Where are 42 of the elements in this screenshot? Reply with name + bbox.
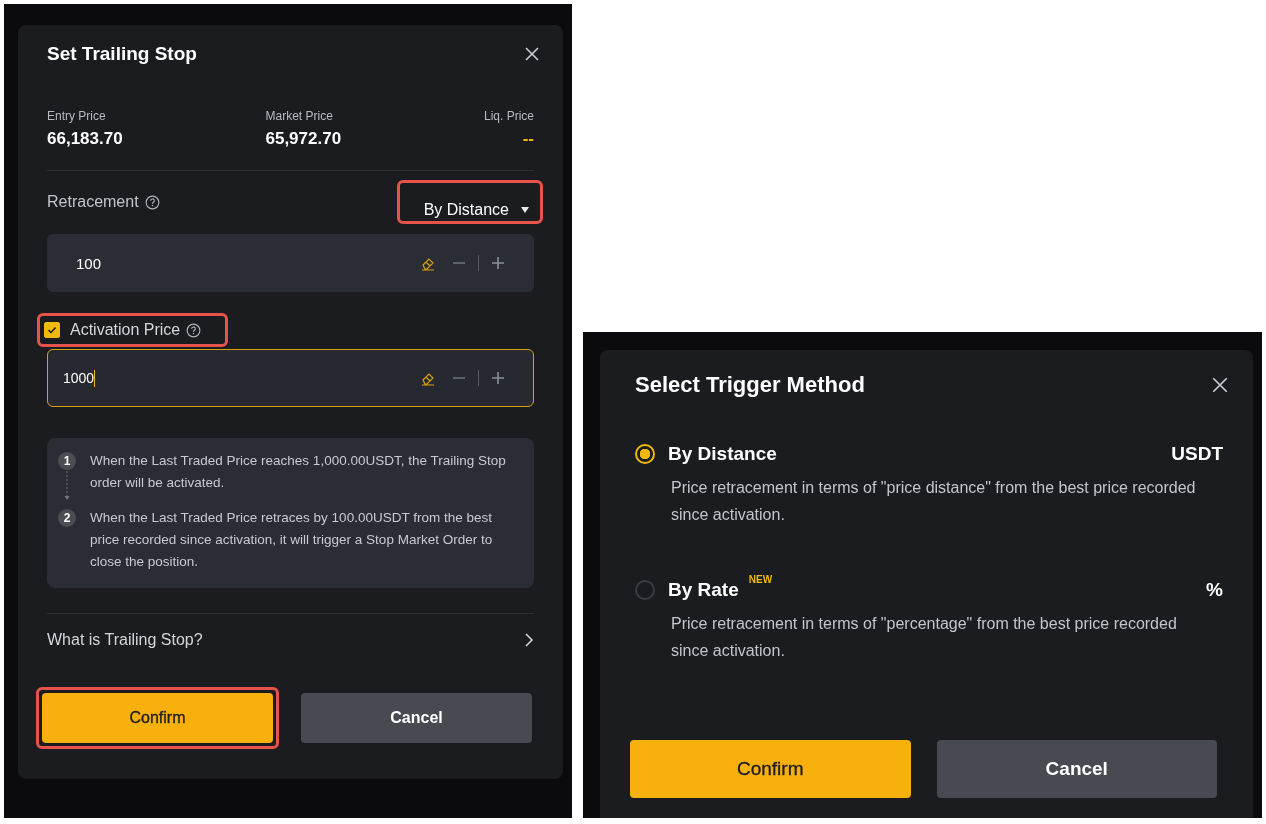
new-tag: NEW bbox=[748, 574, 773, 585]
close-icon[interactable] bbox=[1211, 376, 1229, 394]
checkbox-label: Activation Price bbox=[70, 321, 181, 339]
checkbox[interactable] bbox=[44, 322, 60, 338]
cancel-button[interactable]: Cancel bbox=[301, 693, 532, 743]
step-number: 1 bbox=[58, 452, 76, 470]
option-description: Price retracement in terms of "percentage" from the best price recorded since activation. bbox=[670, 614, 1178, 661]
plus-icon[interactable] bbox=[491, 256, 505, 270]
unit-label: USDT bbox=[1171, 443, 1223, 465]
price-value: 66,183.70 bbox=[47, 129, 124, 149]
cancel-button[interactable]: Cancel bbox=[936, 740, 1217, 798]
option-description: Price retracement in terms of "price distance" from the best price recorded since activation. bbox=[670, 478, 1197, 525]
step-number: 2 bbox=[58, 509, 76, 527]
price-label: Market Price bbox=[265, 109, 334, 123]
input-field[interactable]: 100 bbox=[47, 234, 534, 292]
caret-icon bbox=[520, 206, 530, 214]
dialog-title: Select Trigger Method bbox=[635, 372, 865, 398]
confirm-button[interactable]: Confirm bbox=[42, 693, 273, 743]
help-icon[interactable] bbox=[144, 194, 160, 210]
radio-button[interactable] bbox=[635, 580, 655, 600]
price-value: -- bbox=[522, 129, 534, 149]
field-label: Retracement bbox=[47, 193, 139, 211]
close-icon[interactable] bbox=[524, 46, 540, 62]
radio-button[interactable] bbox=[635, 444, 655, 464]
dialog-title: Set Trailing Stop bbox=[47, 43, 197, 65]
option-label: By Distance bbox=[668, 443, 777, 465]
option-label: By Rate bbox=[668, 579, 739, 601]
confirm-button[interactable]: Confirm bbox=[630, 740, 911, 798]
price-label: Liq. Price bbox=[483, 109, 534, 123]
unit-label: % bbox=[1206, 579, 1223, 601]
mode-dropdown[interactable]: By Distance bbox=[423, 201, 530, 219]
check-icon bbox=[47, 325, 57, 335]
help-link[interactable]: What is Trailing Stop? bbox=[47, 614, 534, 666]
chevron-icon bbox=[524, 632, 534, 648]
price-value: 65,972.70 bbox=[265, 129, 343, 149]
input-field[interactable]: 1000 bbox=[47, 349, 534, 407]
step-text: When the Last Traded Price reaches 1,000.00USDT, the Trailing Stop order will be activated. bbox=[90, 452, 507, 492]
price-label: Entry Price bbox=[47, 109, 107, 123]
step-text: When the Last Traded Price retraces by 100.00USDT from the best price recorded since activation, it will trigger a Stop Market Order to close the position. bbox=[90, 509, 494, 571]
connector-line bbox=[64, 471, 70, 501]
help-icon[interactable] bbox=[186, 322, 202, 338]
plus-icon[interactable] bbox=[491, 371, 505, 385]
